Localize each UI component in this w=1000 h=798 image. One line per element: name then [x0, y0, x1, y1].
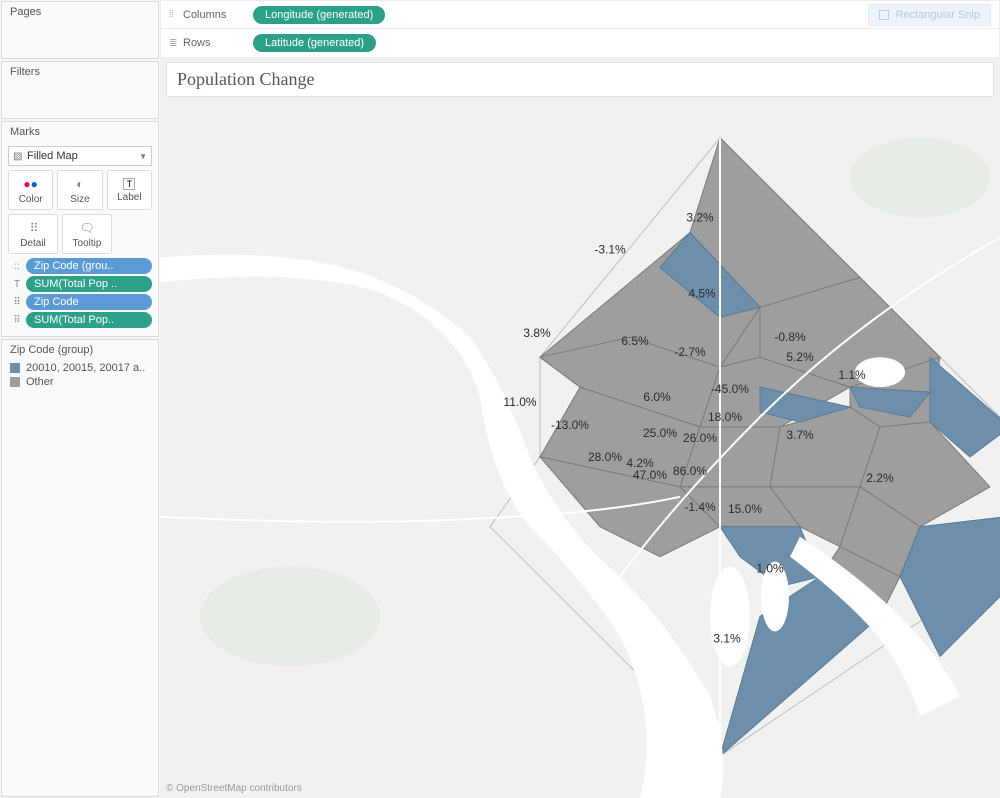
region-label: 47.0%: [633, 468, 667, 482]
region-label: -3.1%: [594, 242, 626, 256]
mark-type-label: Filled Map: [27, 150, 139, 162]
legend-item-label: 20010, 20015, 20017 a..: [26, 362, 145, 374]
label-button-label: Label: [117, 192, 141, 203]
legend-item-highlighted[interactable]: 20010, 20015, 20017 a..: [10, 362, 150, 374]
tooltip-icon: 🗨: [79, 220, 94, 236]
filled-map-icon: ▨: [13, 151, 27, 162]
region-label: 86.0%: [673, 464, 707, 478]
pill-sum-pop-1[interactable]: SUM(Total Pop ..: [26, 276, 152, 292]
rows-icon: ≣: [169, 38, 183, 49]
color-button-label: Color: [19, 194, 43, 205]
label-icon: T: [123, 178, 135, 190]
park-blob: [200, 567, 380, 667]
region-label: 6.5%: [621, 334, 649, 348]
pill-sum-pop-2[interactable]: SUM(Total Pop..: [26, 312, 152, 328]
rows-shelf-label: Rows: [183, 37, 253, 49]
columns-pill[interactable]: Longitude (generated): [253, 6, 385, 24]
label-button[interactable]: T Label: [107, 170, 152, 210]
snip-icon: [879, 10, 889, 20]
marks-panel: Marks ▨ Filled Map ▼ ●● Color ◐ Size T L…: [1, 121, 159, 337]
region-label: 28.0%: [588, 450, 622, 464]
pages-header: Pages: [2, 2, 158, 22]
region-label: -2.7%: [674, 345, 706, 359]
sidebar: Pages Filters Marks ▨ Filled Map ▼ ●● Co…: [0, 0, 160, 798]
map-viz[interactable]: Population Change: [160, 58, 1000, 798]
size-icon: ◐: [76, 176, 83, 192]
size-button-label: Size: [70, 194, 89, 205]
color-button[interactable]: ●● Color: [8, 170, 53, 210]
region-label: 1.1%: [838, 368, 866, 382]
region-label: 25.0%: [643, 426, 677, 440]
region-label: 3.7%: [786, 428, 814, 442]
detail-icon: ⠿: [30, 220, 37, 236]
region-label: 18.0%: [708, 410, 742, 424]
map-svg: 3.2% -3.1% 4.5% 3.8% 6.5% -2.7% -0.8% 5.2% 1.1% 6…: [160, 58, 1000, 798]
detail-assign-icon: ⠿: [8, 297, 26, 308]
region-label: 11.0%: [503, 395, 536, 409]
detail-button-label: Detail: [20, 238, 46, 249]
rows-pill[interactable]: Latitude (generated): [253, 34, 376, 52]
region-label: 5.2%: [786, 350, 814, 364]
region-label: 4.5%: [688, 286, 716, 300]
map-attribution: © OpenStreetMap contributors: [166, 783, 302, 794]
pages-panel[interactable]: Pages: [1, 1, 159, 59]
mark-type-dropdown[interactable]: ▨ Filled Map ▼: [8, 146, 152, 166]
region-label: -0.8%: [774, 330, 806, 344]
columns-icon: ⦙⦙: [169, 9, 183, 20]
region-label: 3.2%: [686, 211, 714, 225]
park-blob: [850, 138, 990, 218]
region-label: -45.0%: [711, 382, 749, 396]
legend-item-label: Other: [26, 376, 54, 388]
rectangular-snip-button[interactable]: Rectangular Snip: [868, 4, 991, 26]
region-label: -13.0%: [551, 418, 589, 432]
detail-button[interactable]: ⠿ Detail: [8, 214, 58, 254]
pill-zip[interactable]: Zip Code: [26, 294, 152, 310]
filters-panel[interactable]: Filters: [1, 61, 159, 119]
app-root: Pages Filters Marks ▨ Filled Map ▼ ●● Co…: [0, 0, 1000, 798]
viz-title-bar[interactable]: Population Change: [166, 62, 994, 97]
region-label: 26.0%: [683, 431, 717, 445]
columns-shelf[interactable]: ⦙⦙ Columns Longitude (generated) Rectang…: [161, 1, 999, 29]
marks-header: Marks: [2, 122, 158, 142]
main: ⦙⦙ Columns Longitude (generated) Rectang…: [160, 0, 1000, 798]
chevron-down-icon: ▼: [139, 152, 147, 161]
color-assign-icon: ::: [8, 261, 26, 272]
legend-swatch-other: [10, 377, 20, 387]
size-button[interactable]: ◐ Size: [57, 170, 102, 210]
region-label: 15.0%: [728, 502, 762, 516]
label-assign-icon: T: [8, 279, 26, 290]
rows-shelf[interactable]: ≣ Rows Latitude (generated): [161, 29, 999, 57]
region-label: -1.4%: [684, 500, 716, 514]
viz-title: Population Change: [177, 69, 983, 90]
region-label: 6.0%: [643, 390, 671, 404]
tooltip-button-label: Tooltip: [73, 238, 102, 249]
filters-header: Filters: [2, 62, 158, 82]
detail-assign-icon-2: ⠿: [8, 315, 26, 326]
pill-zip-group[interactable]: Zip Code (grou..: [26, 258, 152, 274]
snip-label: Rectangular Snip: [896, 9, 980, 21]
legend-panel: Zip Code (group) 20010, 20015, 20017 a..…: [1, 339, 159, 797]
region-label: 3.8%: [523, 326, 551, 340]
color-icon: ●●: [23, 176, 38, 192]
region-label: 2.2%: [866, 471, 894, 485]
region-label: 3.1%: [713, 631, 741, 645]
region-label: 1.0%: [756, 562, 784, 576]
legend-swatch-highlighted: [10, 363, 20, 373]
tooltip-button[interactable]: 🗨 Tooltip: [62, 214, 112, 254]
legend-item-other[interactable]: Other: [10, 376, 150, 388]
shelves: ⦙⦙ Columns Longitude (generated) Rectang…: [160, 0, 1000, 58]
columns-shelf-label: Columns: [183, 9, 253, 21]
legend-title: Zip Code (group): [10, 344, 150, 356]
